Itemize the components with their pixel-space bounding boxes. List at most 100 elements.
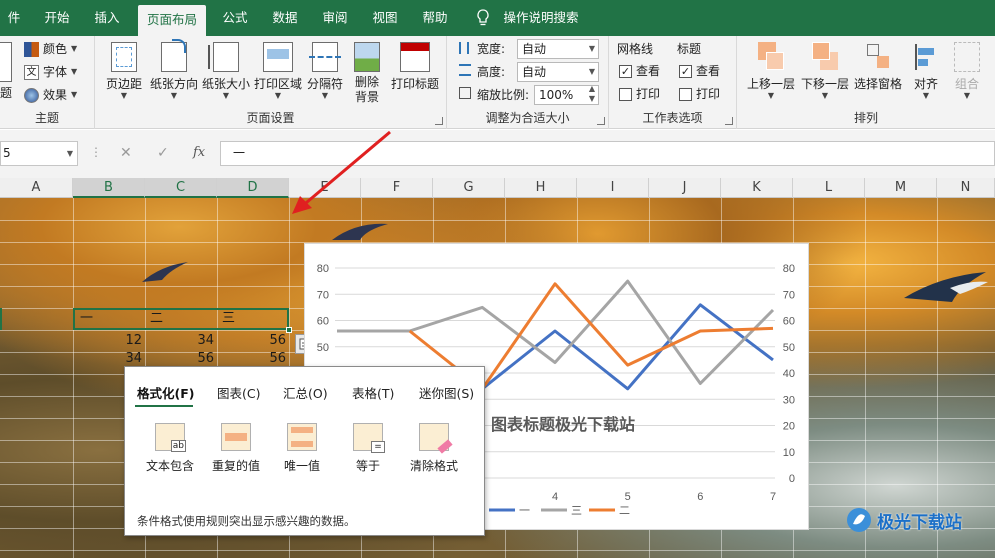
column-header-a[interactable]: A [0, 178, 73, 198]
margins-button[interactable]: 页边距 ▼ [101, 42, 147, 100]
column-header-i[interactable]: I [577, 178, 649, 198]
tab-page-layout[interactable]: 页面布局 [138, 5, 206, 36]
tab-charts[interactable]: 图表(C) [217, 383, 260, 402]
fonts-button[interactable]: 文 字体 ▼ [24, 61, 77, 83]
dropdown-arrow-icon[interactable]: ▼ [67, 142, 73, 165]
column-header-b[interactable]: B [73, 178, 145, 198]
dialog-launcher-icon[interactable] [725, 117, 733, 125]
column-header-h[interactable]: H [505, 178, 577, 198]
send-backward-icon [812, 42, 838, 72]
duplicate-values-button[interactable]: 重复的值 [203, 423, 269, 474]
paper-size-button[interactable]: 纸张大小 ▼ [199, 42, 253, 100]
column-header-j[interactable]: J [649, 178, 721, 198]
column-header-l[interactable]: L [793, 178, 865, 198]
tab-tables[interactable]: 表格(T) [352, 383, 394, 402]
text-contains-button[interactable]: ab 文本包含 [137, 423, 203, 474]
x-tick-label: 7 [770, 491, 776, 503]
zoom-spinner[interactable]: 100% ▲ ▼ [534, 84, 599, 105]
colors-button[interactable]: 颜色 ▼ [24, 38, 77, 60]
chevron-down-icon: ▼ [922, 91, 930, 100]
unique-values-button[interactable]: 唯一值 [269, 423, 335, 474]
column-header-c[interactable]: C [145, 178, 217, 198]
print-titles-button[interactable]: 打印标题 [387, 42, 443, 92]
height-icon [459, 64, 471, 76]
secondary-y-tick-label: 60 [783, 316, 795, 328]
legend-label: 二 [619, 504, 630, 517]
chevron-down-icon: ▼ [321, 91, 329, 100]
tab-home[interactable]: 开始 [36, 0, 78, 36]
cell-c-header[interactable]: 二 [150, 308, 163, 330]
watermark: 极光下载站 [845, 502, 995, 542]
dialog-launcher-icon[interactable] [435, 117, 443, 125]
lightbulb-icon [476, 0, 490, 36]
effects-button[interactable]: 效果 ▼ [24, 84, 77, 106]
width-icon [459, 42, 469, 54]
spinner-arrows-icon[interactable]: ▲ ▼ [589, 84, 595, 104]
selection-pane-button[interactable]: 选择窗格 [851, 42, 905, 92]
print-area-button[interactable]: 打印区域 ▼ [251, 42, 305, 100]
chevron-down-icon: ▼ [71, 67, 78, 76]
orientation-button[interactable]: 纸张方向 ▼ [147, 39, 201, 100]
tab-sparklines[interactable]: 迷你图(S) [419, 383, 474, 402]
tab-data[interactable]: 数据 [264, 0, 306, 36]
name-box[interactable]: 5 ▼ [0, 141, 78, 166]
chevron-down-icon: ▼ [170, 91, 178, 100]
dialog-launcher-icon[interactable] [597, 117, 605, 125]
chevron-down-icon: ▼ [71, 44, 78, 53]
tab-insert[interactable]: 插入 [86, 0, 128, 36]
tab-view[interactable]: 视图 [364, 0, 406, 36]
secondary-y-tick-label: 0 [789, 473, 795, 485]
print-area-icon [263, 42, 293, 72]
align-button[interactable]: 对齐 ▼ [909, 42, 943, 100]
bird-decoration [332, 223, 388, 240]
fill-handle[interactable] [286, 327, 292, 333]
column-header-m[interactable]: M [865, 178, 937, 198]
cell-b-header[interactable]: 一 [80, 308, 93, 330]
effects-icon [24, 87, 39, 103]
chart-title: 图表标题极光下载站 [491, 415, 635, 434]
enter-icon[interactable]: ✓ [157, 145, 169, 161]
theme-group: 题 颜色 ▼ 文 字体 ▼ 效果 ▼ 主题 [0, 36, 95, 129]
tab-totals[interactable]: 汇总(O) [283, 383, 328, 402]
bird-decoration [142, 262, 188, 282]
tab-review[interactable]: 审阅 [314, 0, 356, 36]
scale-group-label: 调整为合适大小 [485, 111, 570, 125]
breaks-button[interactable]: 分隔符 ▼ [303, 42, 347, 100]
column-header-g[interactable]: G [433, 178, 505, 198]
themes-icon[interactable] [0, 42, 12, 82]
tell-me-search[interactable]: 操作说明搜索 [500, 0, 582, 36]
zoom-label: 缩放比例: [477, 88, 530, 102]
column-header-d[interactable]: D [217, 178, 289, 198]
group-button[interactable]: 组合 ▼ [947, 42, 987, 100]
column-header-k[interactable]: K [721, 178, 793, 198]
tab-formatting[interactable]: 格式化(F) [137, 383, 194, 402]
width-select[interactable]: 自动 ▼ [517, 39, 599, 59]
tab-file[interactable]: 件 [0, 0, 28, 36]
row-selection-marker [0, 308, 2, 330]
tab-formulas[interactable]: 公式 [214, 0, 256, 36]
equal-to-button[interactable]: = 等于 [335, 423, 401, 474]
selected-range[interactable] [73, 308, 289, 330]
cancel-icon[interactable]: ✕ [120, 145, 132, 161]
gridlines-print-checkbox[interactable]: 打印 [619, 83, 660, 105]
gridlines-view-checkbox[interactable]: ✓ 查看 [619, 60, 660, 82]
sheet-options-group: 网格线 标题 ✓ 查看 ✓ 查看 打印 打印 工作表选项 [609, 36, 737, 129]
insert-function-icon[interactable]: fx [193, 145, 205, 160]
y-tick-label: 70 [317, 289, 329, 301]
bring-forward-button[interactable]: 上移一层 ▼ [745, 42, 797, 100]
height-select[interactable]: 自动 ▼ [517, 62, 599, 82]
tab-help[interactable]: 帮助 [414, 0, 456, 36]
send-backward-button[interactable]: 下移一层 ▼ [799, 42, 851, 100]
headings-view-checkbox[interactable]: ✓ 查看 [679, 60, 720, 82]
themes-button-label[interactable]: 题 [0, 84, 12, 101]
orientation-icon [161, 39, 187, 72]
column-header-n[interactable]: N [937, 178, 995, 198]
delete-background-button[interactable]: 删除背景 [347, 42, 387, 105]
paper-size-icon [208, 42, 239, 72]
dropdown-arrow-icon: ▼ [588, 67, 595, 76]
duplicate-values-icon [221, 423, 251, 451]
cell-d-header[interactable]: 三 [222, 308, 235, 330]
clear-format-button[interactable]: 清除格式 [401, 423, 467, 474]
headings-print-checkbox[interactable]: 打印 [679, 83, 720, 105]
fonts-icon: 文 [24, 64, 39, 80]
